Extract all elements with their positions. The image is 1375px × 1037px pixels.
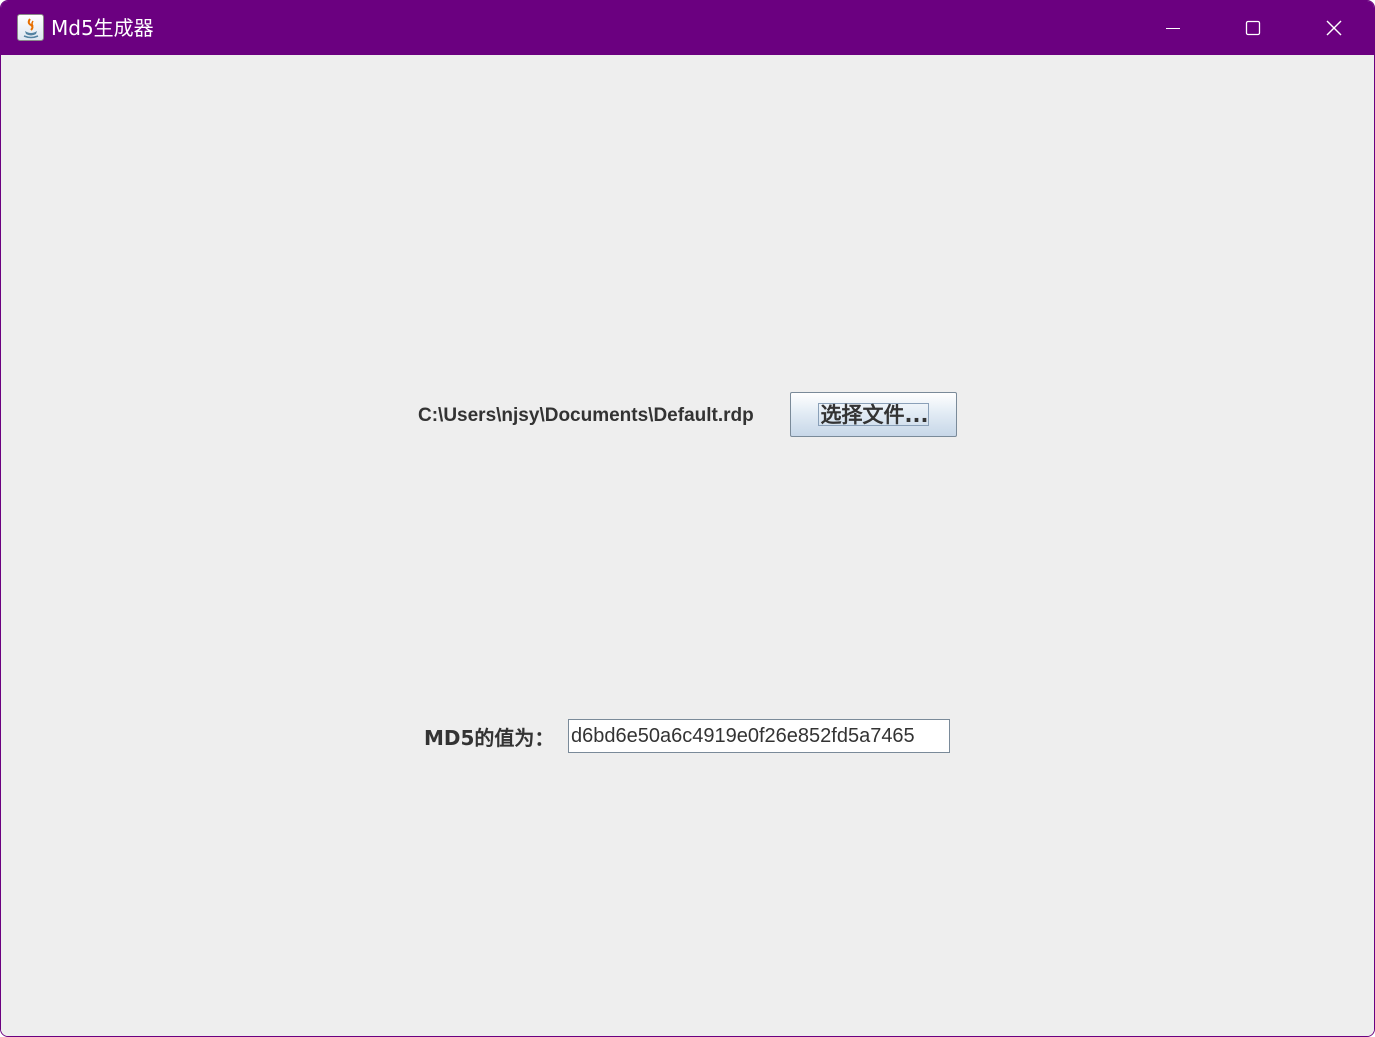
choose-file-button-label: 选择文件... <box>820 403 929 427</box>
title-bar[interactable]: Md5生成器 <box>1 1 1374 55</box>
md5-label: MD5的值为： <box>424 726 555 750</box>
minimize-icon <box>1166 28 1180 29</box>
window-title: Md5生成器 <box>51 16 154 40</box>
minimize-button[interactable] <box>1133 1 1213 55</box>
maximize-button[interactable] <box>1213 1 1293 55</box>
choose-file-button[interactable]: 选择文件... <box>790 392 957 437</box>
file-path-label: C:\Users\njsy\Documents\Default.rdp <box>418 405 754 426</box>
content-panel: C:\Users\njsy\Documents\Default.rdp 选择文件… <box>1 55 1374 1036</box>
maximize-icon <box>1245 20 1261 36</box>
java-app-icon <box>17 14 44 41</box>
app-window: Md5生成器 C:\Users\njsy\Documents\Default.r… <box>0 0 1375 1037</box>
close-icon <box>1326 20 1342 36</box>
close-button[interactable] <box>1294 1 1374 55</box>
md5-value-field[interactable] <box>568 719 950 753</box>
